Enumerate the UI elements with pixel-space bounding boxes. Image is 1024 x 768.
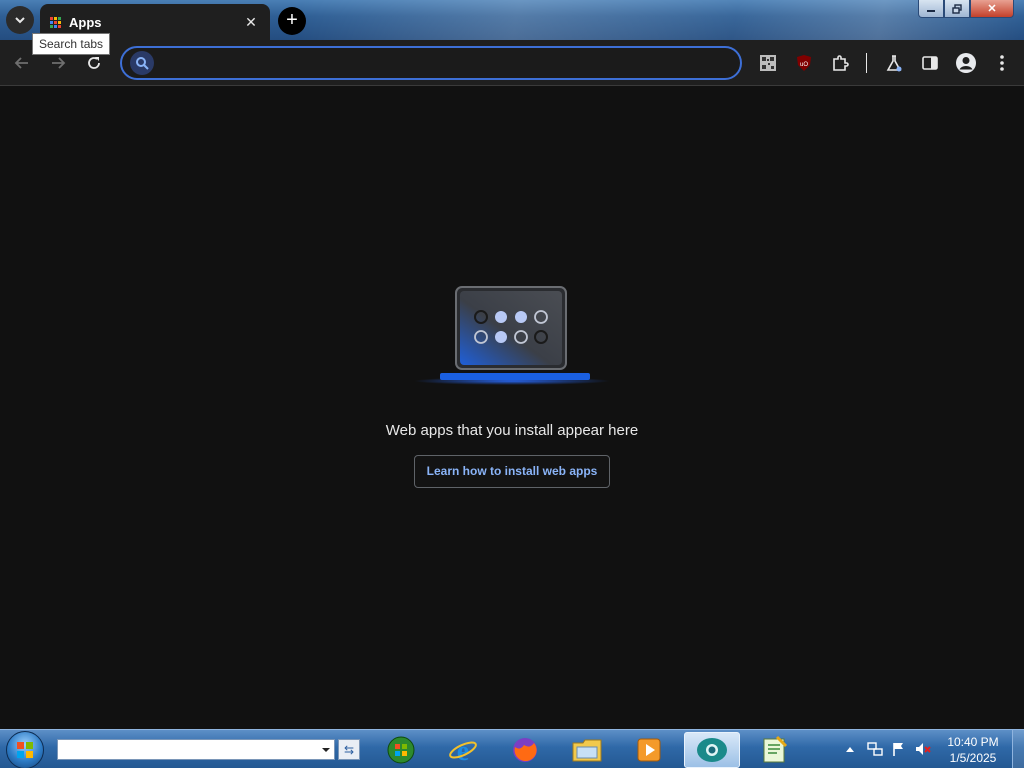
close-window-button[interactable]: ✕ <box>970 0 1014 18</box>
puzzle-icon <box>833 55 849 71</box>
chrome-icon <box>697 738 727 762</box>
apps-page: Web apps that you install appear here Le… <box>0 87 1024 729</box>
minimize-button[interactable] <box>918 0 944 18</box>
side-panel-icon <box>922 56 938 70</box>
clock-date: 1/5/2025 <box>949 751 997 765</box>
search-icon <box>130 51 154 75</box>
restore-button[interactable] <box>944 0 970 18</box>
firefox-button[interactable] <box>499 732 551 768</box>
tab-close-icon[interactable]: ✕ <box>242 14 260 31</box>
notepad-button[interactable] <box>748 732 800 768</box>
taskbar-address-box[interactable] <box>57 739 335 760</box>
browser-toolbar: uO <box>0 40 1024 86</box>
chrome-taskbar-button[interactable] <box>684 732 740 768</box>
qr-code-icon <box>760 55 776 71</box>
address-input[interactable] <box>154 50 740 76</box>
start-button[interactable] <box>6 731 44 768</box>
firefox-icon <box>513 738 537 762</box>
windows-media-center-button[interactable] <box>375 732 427 768</box>
extensions-button[interactable] <box>828 51 852 75</box>
chevron-down-icon <box>15 17 25 24</box>
web-apps-illustration-icon <box>414 286 610 385</box>
plus-icon: + <box>286 9 298 31</box>
flask-icon <box>886 55 902 72</box>
side-panel-button[interactable] <box>918 51 942 75</box>
tab-title: Apps <box>69 14 102 30</box>
volume-tray-button[interactable] <box>912 738 934 760</box>
profile-button[interactable] <box>954 51 978 75</box>
internet-explorer-button[interactable]: e <box>437 732 489 768</box>
svg-text:uO: uO <box>800 62 808 68</box>
address-bar[interactable] <box>120 46 742 80</box>
windows-media-center-icon <box>387 736 415 764</box>
avatar-icon <box>956 53 976 73</box>
arrow-right-icon <box>52 57 66 69</box>
kebab-menu-icon <box>1000 55 1004 71</box>
media-player-icon <box>637 738 661 762</box>
file-explorer-icon <box>572 739 602 762</box>
file-explorer-button[interactable] <box>561 732 613 768</box>
tab-search-button[interactable] <box>6 6 34 34</box>
network-icon <box>867 742 883 756</box>
clock-time: 10:40 PM <box>947 735 999 749</box>
aero-glass-highlight <box>300 0 1024 40</box>
reload-button[interactable] <box>83 52 105 74</box>
minimize-icon <box>927 9 935 12</box>
restore-icon <box>952 3 962 14</box>
action-center-tray-button[interactable] <box>888 738 910 760</box>
close-icon: ✕ <box>987 3 997 15</box>
learn-install-web-apps-button[interactable]: Learn how to install web apps <box>414 455 610 488</box>
dropdown-arrow-icon[interactable] <box>321 746 331 754</box>
menu-button[interactable] <box>990 51 1014 75</box>
flag-icon <box>893 743 903 756</box>
toolbar-divider <box>866 53 867 73</box>
media-player-button[interactable] <box>623 732 675 768</box>
forward-button[interactable] <box>47 52 69 74</box>
labs-button[interactable] <box>882 51 906 75</box>
title-bar: Apps ✕ + ✕ <box>0 0 1024 40</box>
go-arrows-icon: ⇆ <box>343 742 355 757</box>
windows-logo-icon <box>17 742 33 758</box>
new-tab-button[interactable]: + <box>278 7 306 35</box>
windows-taskbar: ⇆ e 10:40 PM 1/5/2025 <box>0 729 1024 768</box>
back-button[interactable] <box>11 52 33 74</box>
taskbar-go-button[interactable]: ⇆ <box>338 739 360 760</box>
chevron-up-icon <box>846 747 854 752</box>
arrow-left-icon <box>14 57 28 69</box>
qr-code-button[interactable] <box>756 51 780 75</box>
ublock-extension-button[interactable]: uO <box>792 51 816 75</box>
show-hidden-icons-button[interactable] <box>843 738 857 760</box>
internet-explorer-icon: e <box>449 736 477 765</box>
notepad-icon <box>763 735 788 763</box>
system-clock[interactable]: 10:40 PM 1/5/2025 <box>942 734 1004 766</box>
network-tray-button[interactable] <box>864 738 886 760</box>
reload-icon <box>88 57 100 69</box>
apps-grid-icon <box>50 16 61 28</box>
volume-muted-icon <box>916 743 931 755</box>
ublock-origin-icon: uO <box>797 55 811 71</box>
window-controls: ✕ <box>918 0 1014 18</box>
svg-text:e: e <box>457 736 469 765</box>
empty-state-message: Web apps that you install appear here <box>385 422 639 439</box>
show-desktop-button[interactable] <box>1012 730 1024 768</box>
tab-search-tooltip: Search tabs <box>32 33 111 55</box>
